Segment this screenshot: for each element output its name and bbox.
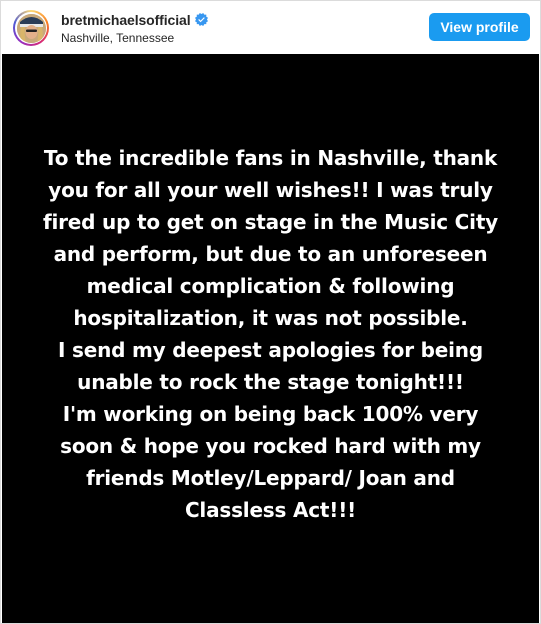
avatar[interactable] [13,10,49,46]
message-line: and perform, but due to an unforeseen [53,242,488,266]
username[interactable]: bretmichaelsofficial [61,12,191,28]
message-line: To the incredible fans in Nashville, tha… [43,146,498,170]
message-line: soon & hope you rocked hard with my [60,434,481,458]
view-profile-button[interactable]: View profile [429,13,530,41]
message-line: medical complication & following [86,274,455,298]
message-line: friends Motley/Leppard/ Joan and [86,466,455,490]
message-line: unable to rock the stage tonight!!! [77,370,464,394]
post-message: To the incredible fans in Nashville, tha… [12,142,529,526]
message-line: I send my deepest apologies for being [58,338,483,362]
profile-avatar-icon [16,13,46,43]
message-line: I'm working on being back 100% very [62,402,479,426]
message-line: Classless Act!!! [184,498,357,522]
post-location[interactable]: Nashville, Tennessee [61,31,208,45]
verified-badge-icon [194,13,208,26]
post-header: bretmichaelsofficial Nashville, Tennesse… [1,1,540,53]
instagram-embed: bretmichaelsofficial Nashville, Tennesse… [0,0,541,624]
post-image: To the incredible fans in Nashville, tha… [2,54,539,623]
message-line: hospitalization, it was not possible. [73,306,468,330]
message-line: you for all your well wishes!! I was tru… [48,178,493,202]
message-line: fired up to get on stage in the Music Ci… [42,210,499,234]
